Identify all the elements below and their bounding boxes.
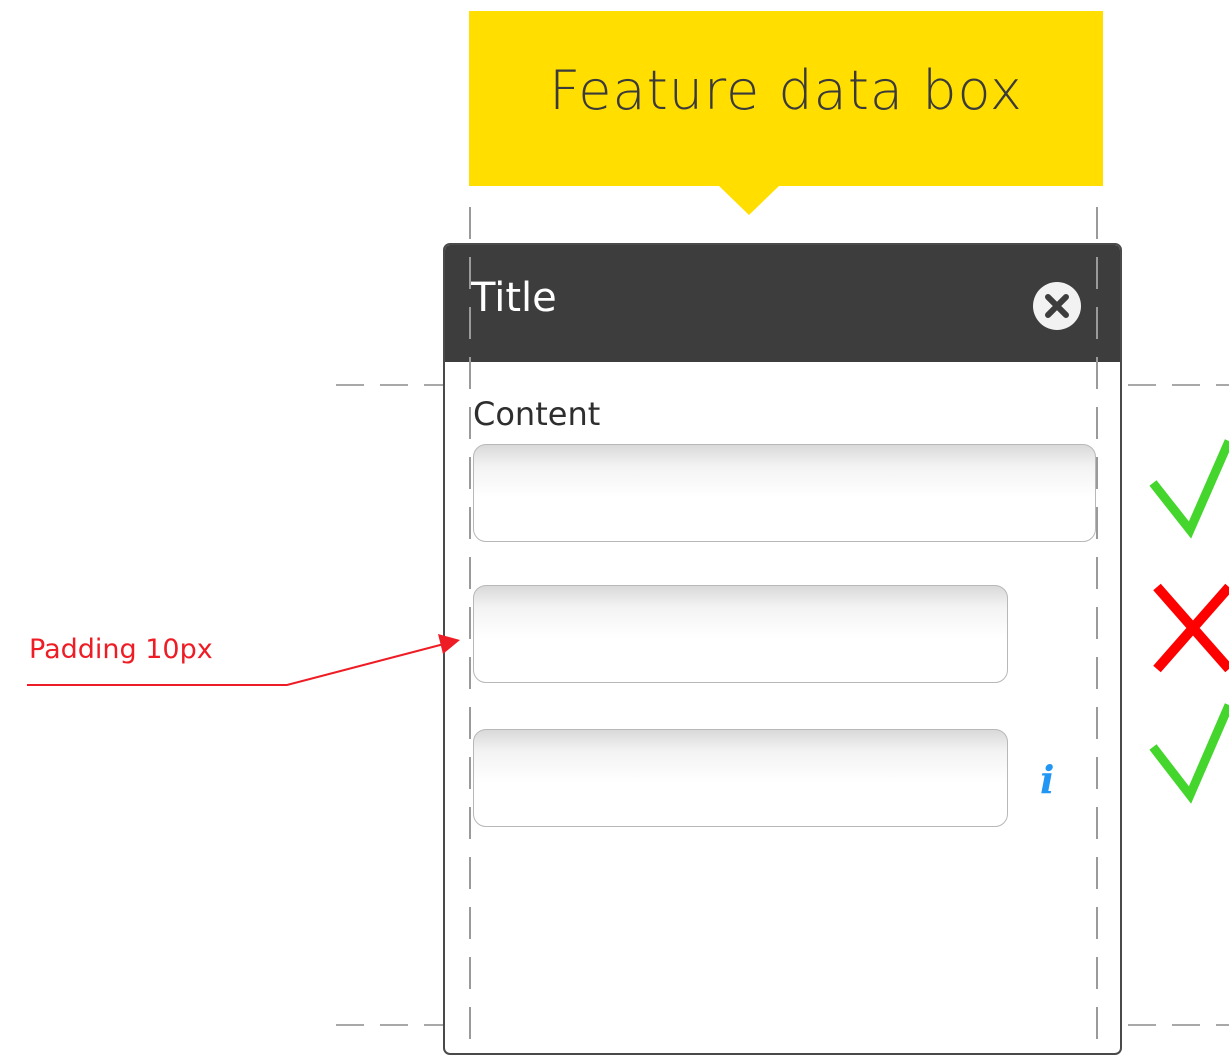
- feature-callout-banner: Feature data box: [469, 11, 1103, 186]
- callout-label: Feature data box: [549, 59, 1023, 122]
- narrow-field-no-icon[interactable]: [473, 585, 1008, 683]
- cross-icon: [1153, 583, 1229, 673]
- full-width-field[interactable]: [473, 444, 1096, 542]
- dialog-title: Title: [471, 275, 557, 321]
- dialog-header: Title: [445, 245, 1120, 362]
- feature-data-box-dialog: Title Content i: [443, 243, 1122, 1055]
- check-icon: [1149, 439, 1229, 539]
- check-icon: [1149, 703, 1229, 804]
- info-icon[interactable]: i: [1040, 757, 1054, 802]
- content-label: Content: [473, 395, 601, 433]
- close-icon[interactable]: [1033, 282, 1081, 330]
- narrow-field-with-info[interactable]: [473, 729, 1008, 827]
- padding-annotation: Padding 10px: [29, 634, 213, 665]
